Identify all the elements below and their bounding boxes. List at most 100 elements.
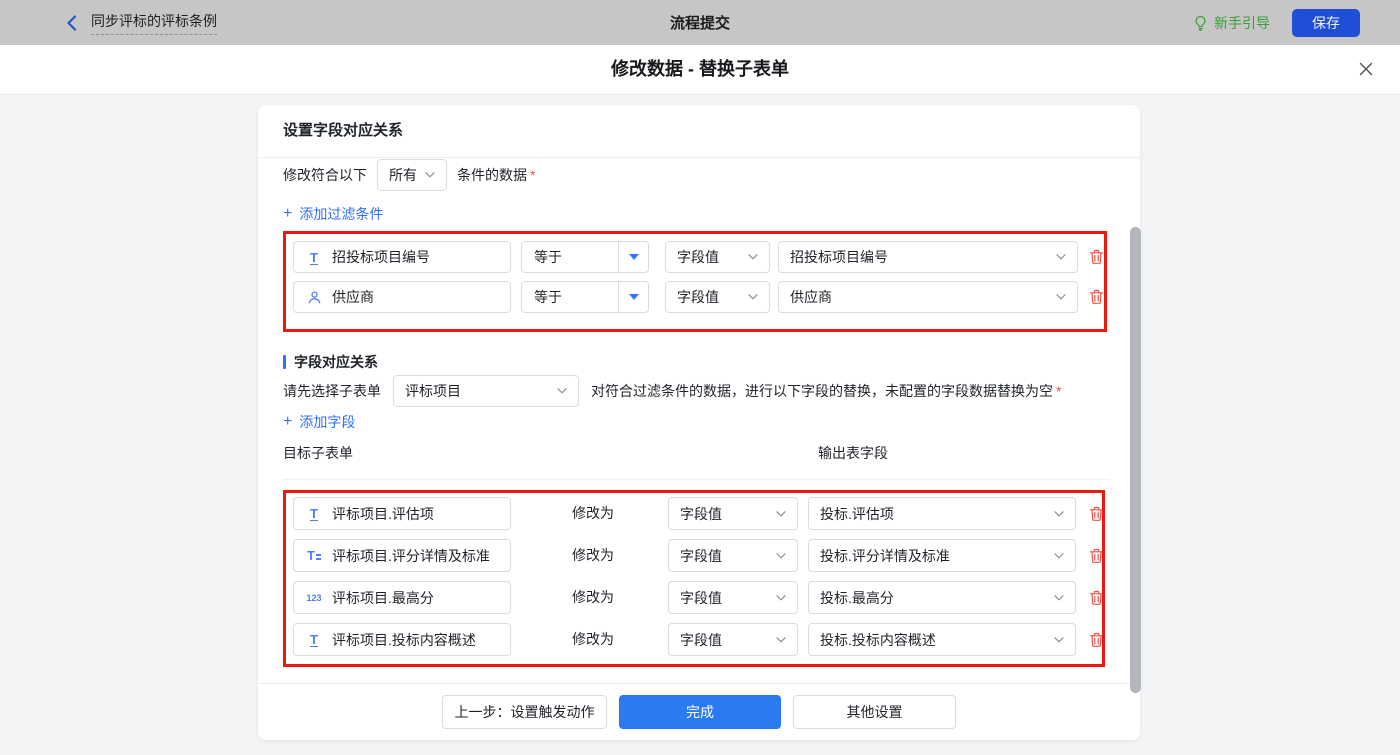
chevron-down-icon	[748, 294, 758, 300]
caret-down-icon	[618, 282, 648, 312]
guide-link[interactable]: 新手引导	[1193, 13, 1270, 33]
value-type-select[interactable]: 字段值	[668, 581, 798, 614]
modify-label: 修改为	[563, 497, 623, 530]
text-field-icon: T	[305, 506, 323, 521]
column-header-target: 目标子表单	[283, 443, 353, 463]
delete-row-button[interactable]	[1086, 630, 1106, 650]
chevron-down-icon	[425, 172, 435, 178]
subform-select[interactable]: 评标项目	[393, 375, 579, 407]
output-field-select[interactable]: 投标.评分详情及标准	[808, 539, 1076, 572]
operator-select[interactable]: 等于	[521, 281, 649, 313]
delete-row-button[interactable]	[1086, 504, 1106, 524]
settings-card: 设置字段对应关系 修改符合以下 所有 条件的数据* + 添加过滤条件 T 招投标…	[258, 105, 1140, 740]
trash-icon	[1089, 506, 1104, 522]
chevron-down-icon	[748, 254, 758, 260]
dialog-footer: 上一步：设置触发动作 完成 其他设置	[258, 695, 1140, 729]
trash-icon	[1089, 289, 1104, 305]
section-accent-bar	[283, 355, 286, 369]
delete-row-button[interactable]	[1086, 588, 1106, 608]
done-button[interactable]: 完成	[619, 695, 781, 729]
multiline-text-field-icon: T	[305, 548, 323, 563]
mapping-description: 对符合过滤条件的数据，进行以下字段的替换，未配置的字段数据替换为空*	[591, 381, 1061, 401]
filter-field-chip[interactable]: 供应商	[293, 281, 511, 313]
chevron-down-icon	[1056, 294, 1066, 300]
subform-label: 请先选择子表单	[283, 381, 381, 401]
mapping-row: T 评标项目.投标内容概述 修改为 字段值 投标.投标内容概述	[258, 623, 1140, 656]
save-button[interactable]: 保存	[1292, 9, 1360, 37]
person-field-icon	[305, 290, 323, 305]
mapping-row: 123 评标项目.最高分 修改为 字段值 投标.最高分	[258, 581, 1140, 614]
add-field-link[interactable]: + 添加字段	[283, 412, 355, 432]
trash-icon	[1089, 632, 1104, 648]
value-type-select[interactable]: 字段值	[665, 281, 770, 313]
modify-label: 修改为	[563, 581, 623, 614]
divider	[258, 683, 1140, 684]
condition-suffix: 条件的数据*	[457, 165, 535, 185]
value-select[interactable]: 供应商	[778, 281, 1078, 313]
chevron-down-icon	[776, 553, 786, 559]
number-field-icon: 123	[305, 593, 323, 603]
value-select[interactable]: 招投标项目编号	[778, 241, 1078, 273]
filter-row: 供应商 等于 字段值 供应商	[258, 281, 1140, 313]
modify-label: 修改为	[563, 539, 623, 572]
target-field-chip[interactable]: T 评标项目.评估项	[293, 497, 511, 530]
dialog-titlebar: 修改数据 - 替换子表单	[0, 45, 1400, 95]
value-type-select[interactable]: 字段值	[665, 241, 770, 273]
topbar: 同步评标的评标条例 流程提交 新手引导 保存	[0, 0, 1400, 45]
operator-select[interactable]: 等于	[521, 241, 649, 273]
value-type-select[interactable]: 字段值	[668, 623, 798, 656]
value-type-select[interactable]: 字段值	[668, 539, 798, 572]
target-field-label: 评标项目.投标内容概述	[332, 630, 476, 650]
condition-line: 修改符合以下 所有 条件的数据*	[283, 159, 535, 191]
lightbulb-icon	[1193, 15, 1208, 31]
plus-icon: +	[283, 414, 292, 430]
trash-icon	[1089, 548, 1104, 564]
divider	[258, 157, 1140, 158]
card-title: 设置字段对应关系	[283, 105, 403, 157]
text-field-icon: T	[305, 632, 323, 647]
value-type-select[interactable]: 字段值	[668, 497, 798, 530]
trash-icon	[1089, 249, 1104, 265]
previous-step-button[interactable]: 上一步：设置触发动作	[442, 695, 607, 729]
required-mark: *	[1056, 383, 1061, 399]
add-filter-link[interactable]: + 添加过滤条件	[283, 204, 383, 224]
target-field-chip[interactable]: T 评标项目.投标内容概述	[293, 623, 511, 656]
match-mode-select[interactable]: 所有	[377, 159, 447, 191]
close-icon	[1358, 61, 1374, 77]
target-field-label: 评标项目.评分详情及标准	[332, 546, 490, 566]
delete-row-button[interactable]	[1086, 287, 1106, 307]
mapping-section-title: 字段对应关系	[283, 352, 378, 372]
condition-prefix: 修改符合以下	[283, 165, 367, 185]
output-field-select[interactable]: 投标.评估项	[808, 497, 1076, 530]
output-field-select[interactable]: 投标.投标内容概述	[808, 623, 1076, 656]
close-button[interactable]	[1357, 61, 1375, 79]
delete-row-button[interactable]	[1086, 247, 1106, 267]
back-chevron-icon	[66, 15, 77, 31]
target-field-chip[interactable]: T 评标项目.评分详情及标准	[293, 539, 511, 572]
chevron-down-icon	[776, 511, 786, 517]
back-nav[interactable]: 同步评标的评标条例	[66, 11, 217, 35]
dialog-title: 修改数据 - 替换子表单	[0, 45, 1400, 94]
delete-row-button[interactable]	[1086, 546, 1106, 566]
topbar-actions: 新手引导 保存	[1193, 9, 1360, 37]
filter-field-label: 招投标项目编号	[332, 247, 430, 267]
filter-row: T 招投标项目编号 等于 字段值 招投标项目编号	[258, 241, 1140, 273]
caret-down-icon	[618, 242, 648, 272]
chevron-down-icon	[1056, 254, 1066, 260]
screen: 同步评标的评标条例 流程提交 新手引导 保存 修改数据 - 替换子表单 设置字段…	[0, 0, 1400, 755]
other-settings-button[interactable]: 其他设置	[793, 695, 956, 729]
modify-label: 修改为	[563, 623, 623, 656]
chevron-down-icon	[776, 637, 786, 643]
target-field-label: 评标项目.评估项	[332, 504, 434, 524]
subform-line: 请先选择子表单 评标项目 对符合过滤条件的数据，进行以下字段的替换，未配置的字段…	[283, 375, 1061, 407]
plus-icon: +	[283, 206, 292, 222]
target-field-label: 评标项目.最高分	[332, 588, 434, 608]
output-field-select[interactable]: 投标.最高分	[808, 581, 1076, 614]
chevron-down-icon	[1054, 511, 1064, 517]
target-field-chip[interactable]: 123 评标项目.最高分	[293, 581, 511, 614]
back-label: 同步评标的评标条例	[91, 11, 217, 35]
scrollbar-thumb[interactable]	[1130, 227, 1141, 693]
chevron-down-icon	[557, 388, 567, 394]
filter-field-chip[interactable]: T 招投标项目编号	[293, 241, 511, 273]
text-field-icon: T	[305, 250, 323, 265]
